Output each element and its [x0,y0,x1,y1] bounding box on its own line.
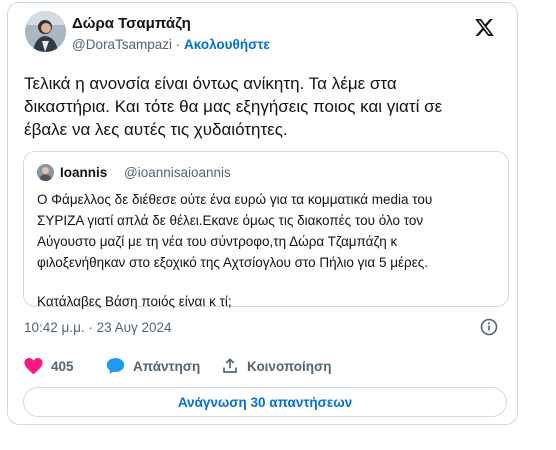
info-icon[interactable] [480,318,498,336]
action-bar: 405 Απάντηση Κοινοποίηση [24,356,504,376]
meta-separator: · [175,37,181,52]
share-upload-icon [223,358,237,373]
share-label: Κοινοποίηση [247,358,332,374]
share-button[interactable]: Κοινοποίηση [221,356,332,376]
follow-button[interactable]: Ακολουθήστε [184,37,270,52]
like-count: 405 [51,358,74,374]
author-name[interactable]: Δώρα Τσαμπάζη [72,15,191,32]
tweet-line: έβαλε να λες αυτές τις χυδαιότητες. [24,120,288,139]
like-button[interactable]: 405 [24,356,74,376]
author-handle[interactable]: @DoraTsampazi [72,37,172,52]
quoted-line: Ο Φάμελλος δε διέθεσε ούτε ένα ευρώ για … [37,192,433,207]
speech-bubble-icon [106,358,125,374]
author-meta: @DoraTsampazi · Ακολουθήστε [72,37,270,52]
author-avatar[interactable] [25,11,66,52]
quoted-tweet[interactable]: Ioannis @ioannisaioannis Ο Φάμελλος δε δ… [23,151,509,309]
tweet-card: Δώρα Τσαμπάζη @DoraTsampazi · Ακολουθήστ… [7,2,518,425]
tweet-text: Τελικά η ανονσία είναι όντως ανίκητη. Τα… [24,72,504,141]
quoted-author-handle: @ioannisaioannis [124,165,231,180]
tweet-line: δικαστήρια. Και τότε θα μας εξηγήσεις πο… [24,97,443,116]
reply-label: Απάντηση [133,358,201,374]
quoted-line: φιλοξενήθηκαν στο εξοχικό της Αχτσίογλου… [37,255,428,270]
x-logo-icon[interactable] [474,17,495,38]
tweet-line: Τελικά η ανονσία είναι όντως ανίκητη. Τα… [24,74,397,93]
quoted-line: Κατάλαβες Βάση ποιός είναι κ τί; [37,294,232,309]
reply-button[interactable]: Απάντηση [106,356,200,376]
heart-icon [24,358,43,375]
quoted-line: ΣΥΡΙΖΑ γιατί απλά δε θέλει.Εκανε όμως τι… [37,213,424,228]
quoted-avatar [37,164,54,181]
quoted-author-name: Ioannis [60,165,108,180]
read-replies-button[interactable]: Ανάγνωση 30 απαντήσεων [23,387,507,417]
quoted-text: Ο Φάμελλος δε διέθεσε ούτε ένα ευρώ για … [37,189,503,312]
quoted-line: Αύγουστο μαζί με τη νέα του σύντροφο,τη … [37,234,398,249]
tweet-timestamp[interactable]: 10:42 μ.μ. · 23 Αυγ 2024 [24,320,172,335]
